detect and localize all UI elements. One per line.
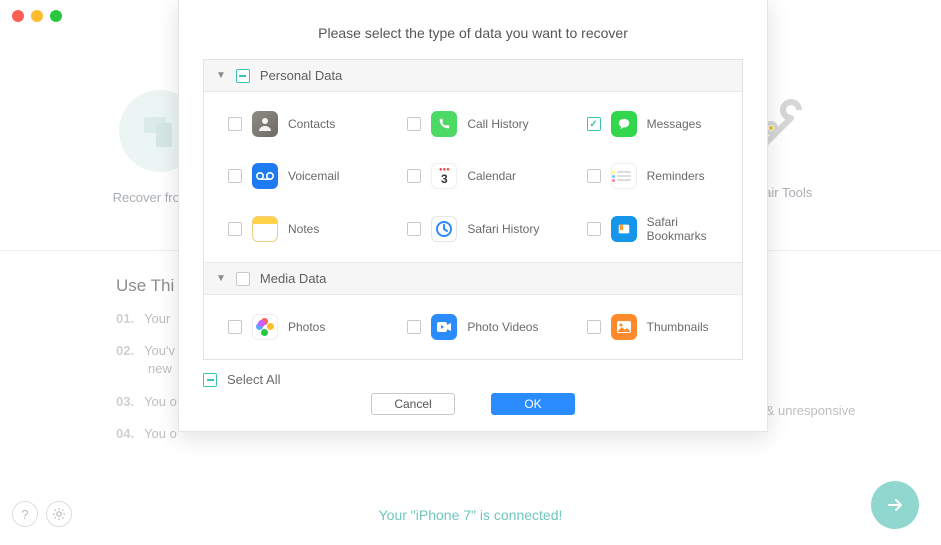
step-1: 01.Your bbox=[116, 310, 177, 328]
select-data-type-modal: Please select the type of data you want … bbox=[178, 0, 768, 432]
checkbox-safari-bookmarks[interactable] bbox=[587, 222, 601, 236]
connection-status: Your "iPhone 7" is connected! bbox=[379, 507, 563, 523]
checkbox-contacts[interactable] bbox=[228, 117, 242, 131]
contacts-icon bbox=[252, 111, 278, 137]
item-label: Voicemail bbox=[288, 169, 339, 183]
item-label: Reminders bbox=[647, 169, 705, 183]
checkbox-messages[interactable] bbox=[587, 117, 601, 131]
photos-icon bbox=[252, 314, 278, 340]
checkbox-thumbnails[interactable] bbox=[587, 320, 601, 334]
category-header-personal[interactable]: ▼ Personal Data bbox=[204, 60, 742, 92]
item-label: Call History bbox=[467, 117, 528, 131]
notes-icon bbox=[252, 216, 278, 242]
item-label: Safari Bookmarks bbox=[647, 215, 734, 243]
help-button[interactable]: ? bbox=[12, 501, 38, 527]
clock-icon bbox=[431, 216, 457, 242]
checkbox-call-history[interactable] bbox=[407, 117, 421, 131]
select-all-checkbox[interactable] bbox=[203, 373, 217, 387]
arrow-right-icon bbox=[885, 495, 905, 515]
phone-icon bbox=[431, 111, 457, 137]
modal-button-row: Cancel OK bbox=[179, 393, 767, 415]
checkbox-safari-history[interactable] bbox=[407, 222, 421, 236]
checkbox-photo-videos[interactable] bbox=[407, 320, 421, 334]
category-header-media[interactable]: ▼ Media Data bbox=[204, 262, 742, 295]
next-button[interactable] bbox=[871, 481, 919, 529]
item-label: Safari History bbox=[467, 222, 539, 236]
cancel-button[interactable]: Cancel bbox=[371, 393, 455, 415]
calendar-icon: ●●●3 bbox=[431, 163, 457, 189]
bookmark-icon bbox=[611, 216, 637, 242]
checkbox-photos[interactable] bbox=[228, 320, 242, 334]
category-label: Media Data bbox=[260, 271, 326, 286]
category-label: Personal Data bbox=[260, 68, 342, 83]
select-all-label: Select All bbox=[227, 372, 280, 387]
use-this-section: Use Thi 01.Your 02.You'vnew 03.You o 04.… bbox=[116, 276, 177, 457]
item-label: Notes bbox=[288, 222, 319, 236]
checkbox-calendar[interactable] bbox=[407, 169, 421, 183]
use-this-heading: Use Thi bbox=[116, 276, 177, 296]
item-contacts[interactable]: Contacts bbox=[204, 98, 383, 150]
category-body-personal: Contacts Call History Messages Voice bbox=[204, 92, 742, 262]
item-label: Messages bbox=[647, 117, 702, 131]
item-voicemail[interactable]: Voicemail bbox=[204, 150, 383, 202]
checkbox-notes[interactable] bbox=[228, 222, 242, 236]
item-photo-videos[interactable]: Photo Videos bbox=[383, 301, 562, 353]
checkbox-voicemail[interactable] bbox=[228, 169, 242, 183]
step-4: 04.You o bbox=[116, 425, 177, 443]
modal-title: Please select the type of data you want … bbox=[179, 0, 767, 59]
item-safari-history[interactable]: Safari History bbox=[383, 202, 562, 256]
item-call-history[interactable]: Call History bbox=[383, 98, 562, 150]
select-all-row[interactable]: Select All bbox=[179, 360, 767, 387]
reminders-icon bbox=[611, 163, 637, 189]
category-checkbox-personal[interactable] bbox=[236, 69, 250, 83]
step-3: 03.You o bbox=[116, 393, 177, 411]
video-icon bbox=[431, 314, 457, 340]
settings-button[interactable] bbox=[46, 501, 72, 527]
category-body-media: Photos Photo Videos Thumbnails bbox=[204, 295, 742, 359]
messages-icon bbox=[611, 111, 637, 137]
item-label: Photo Videos bbox=[467, 320, 538, 334]
item-reminders[interactable]: Reminders bbox=[563, 150, 742, 202]
gear-icon bbox=[52, 507, 66, 521]
step-2: 02.You'vnew bbox=[116, 342, 177, 378]
chevron-down-icon: ▼ bbox=[216, 273, 226, 284]
item-thumbnails[interactable]: Thumbnails bbox=[563, 301, 742, 353]
chevron-down-icon: ▼ bbox=[216, 70, 226, 81]
item-photos[interactable]: Photos bbox=[204, 301, 383, 353]
category-checkbox-media[interactable] bbox=[236, 272, 250, 286]
ok-button[interactable]: OK bbox=[491, 393, 575, 415]
voicemail-icon bbox=[252, 163, 278, 189]
item-label: Calendar bbox=[467, 169, 516, 183]
item-label: Contacts bbox=[288, 117, 335, 131]
item-calendar[interactable]: ●●●3 Calendar bbox=[383, 150, 562, 202]
thumbnails-icon bbox=[611, 314, 637, 340]
item-safari-bookmarks[interactable]: Safari Bookmarks bbox=[563, 202, 742, 256]
item-label: Thumbnails bbox=[647, 320, 709, 334]
item-label: Photos bbox=[288, 320, 325, 334]
checkbox-reminders[interactable] bbox=[587, 169, 601, 183]
footer-status-bar: ? Your "iPhone 7" is connected! bbox=[0, 485, 941, 545]
item-notes[interactable]: Notes bbox=[204, 202, 383, 256]
data-categories-box: ▼ Personal Data Contacts Call History bbox=[203, 59, 743, 360]
item-messages[interactable]: Messages bbox=[563, 98, 742, 150]
